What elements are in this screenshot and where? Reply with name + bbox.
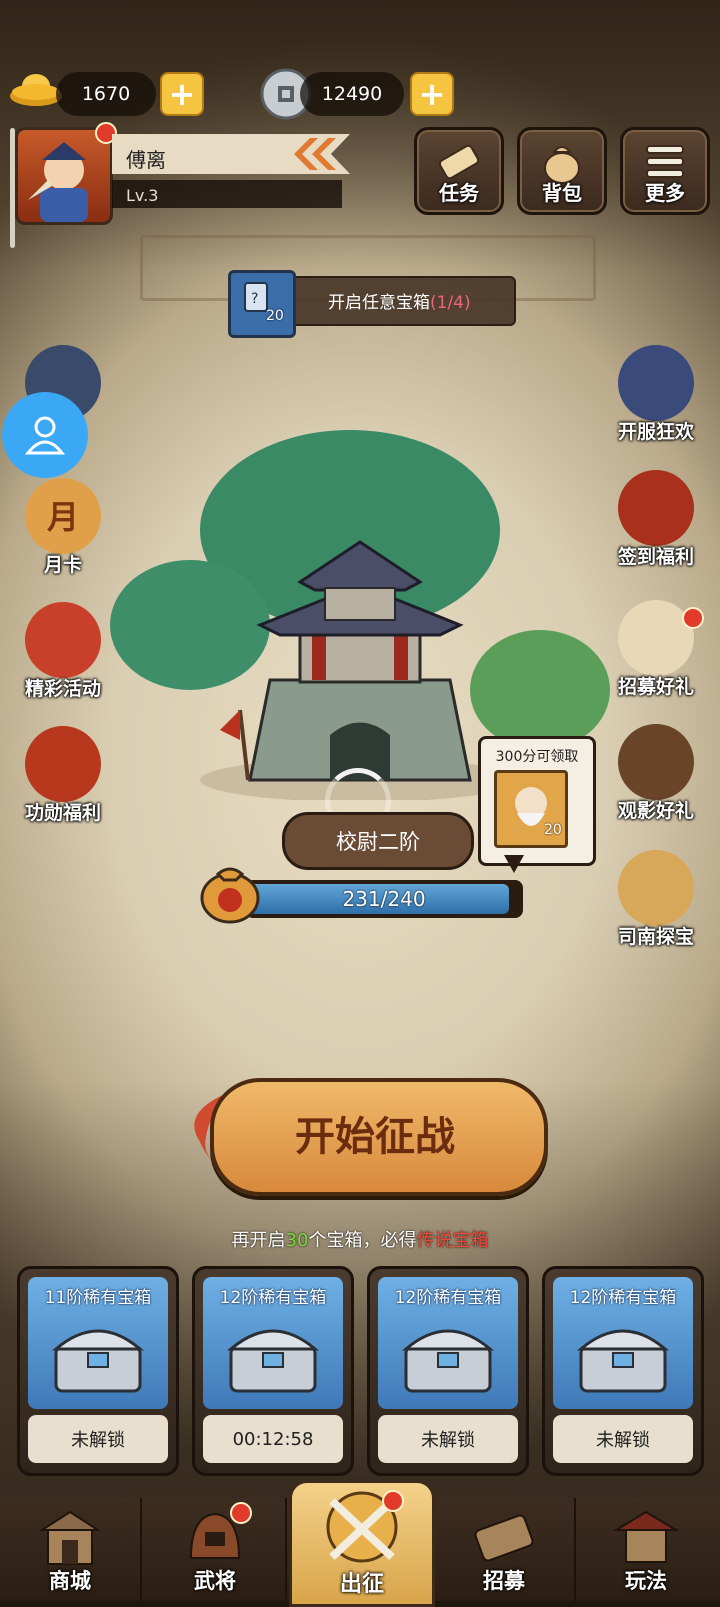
start-battle-label: 开始征战 (295, 1113, 455, 1160)
gold-counter: 1670 (56, 72, 156, 116)
chest-hint: 再开启30个宝箱，必得传说宝箱 (0, 1226, 720, 1252)
generals-badge (230, 1502, 252, 1524)
card-pack-icon: ? (228, 270, 296, 338)
left-menu-month-card[interactable]: 月 月卡 (15, 478, 111, 576)
chest-icon (401, 1329, 495, 1393)
right-menu-signin-label: 签到福利 (617, 546, 694, 568)
chest-title: 12阶稀有宝箱 (569, 1288, 677, 1308)
tasks-button[interactable]: 任务 (414, 127, 504, 215)
nav-gameplay-label: 玩法 (625, 1569, 667, 1593)
rank-progress-text: 231/240 (342, 887, 426, 911)
add-gold-button[interactable]: + (160, 72, 204, 116)
nav-battle[interactable]: 出征 (289, 1480, 435, 1607)
right-menu-compass[interactable]: 司南探宝 (608, 850, 704, 948)
right-menu-carnival[interactable]: 开服狂欢 (608, 345, 704, 443)
svg-text:?: ? (251, 291, 258, 307)
bag-label: 背包 (542, 181, 582, 205)
more-button[interactable]: 更多 (620, 127, 710, 215)
hint-prefix: 再开启 (231, 1230, 286, 1251)
chest-status: 未解锁 (553, 1415, 693, 1463)
chevron-left-icon (294, 138, 336, 170)
add-coin-button[interactable]: + (410, 72, 454, 116)
player-name: 傅离 (126, 148, 166, 172)
chest-icon (576, 1329, 670, 1393)
player-level: Lv.3 (126, 186, 159, 205)
chest-slot[interactable]: 12阶稀有宝箱 未解锁 (542, 1266, 704, 1476)
more-label: 更多 (645, 181, 685, 205)
money-pouch-icon (200, 867, 260, 924)
pavilion-icon (614, 1510, 678, 1563)
chest-status: 未解锁 (28, 1415, 168, 1463)
left-menu-month-card-label: 月卡 (43, 554, 82, 576)
nav-generals-label: 武将 (194, 1569, 236, 1593)
carnival-icon (618, 345, 694, 421)
right-menu-recruit-gift-label: 招募好礼 (617, 676, 694, 698)
hint-count: 30 (285, 1230, 309, 1251)
tasks-label: 任务 (439, 181, 479, 205)
chest-icon (226, 1329, 320, 1393)
reward-bubble-tail (504, 855, 524, 873)
nav-battle-label: 出征 (339, 1572, 384, 1597)
gold-amount: 1670 (81, 83, 131, 105)
nav-recruit[interactable]: 招募 (434, 1498, 576, 1601)
compass-treasure-icon (618, 850, 694, 926)
quest-progress: (1/4) (430, 293, 471, 313)
right-menu-signin[interactable]: 签到福利 (608, 470, 704, 568)
merit-bag-icon (25, 726, 101, 802)
chest-slot[interactable]: 11阶稀有宝箱 未解锁 (17, 1266, 179, 1476)
reward-bubble-title: 300分可领取 (495, 749, 579, 765)
shop-icon (38, 1510, 102, 1565)
rank-badge: 校尉二阶 (282, 812, 474, 870)
nav-shop-label: 商城 (49, 1569, 91, 1593)
right-menu-carnival-label: 开服狂欢 (617, 421, 694, 443)
nav-gameplay[interactable]: 玩法 (576, 1498, 716, 1601)
recruit-gift-badge (682, 607, 704, 629)
chest-slot[interactable]: 12阶稀有宝箱 未解锁 (367, 1266, 529, 1476)
chest-icon (51, 1329, 145, 1393)
right-menu-video-gift[interactable]: 观影好礼 (608, 724, 704, 822)
video-gift-icon (618, 724, 694, 800)
nav-recruit-label: 招募 (483, 1569, 525, 1593)
svg-text:月: 月 (47, 498, 79, 536)
rank-title: 校尉二阶 (336, 830, 420, 854)
chest-title: 12阶稀有宝箱 (394, 1288, 502, 1308)
nav-generals[interactable]: 武将 (145, 1498, 287, 1601)
quest-text: 开启任意宝箱(1/4) (328, 288, 471, 313)
chest-title: 11阶稀有宝箱 (44, 1288, 152, 1308)
left-menu-merit[interactable]: 功勋福利 (15, 726, 111, 824)
recruit-scroll-icon (474, 1514, 534, 1562)
bag-button[interactable]: 背包 (517, 127, 607, 215)
coin-counter: 12490 (300, 72, 404, 116)
left-menu-events-label: 精彩活动 (24, 678, 101, 700)
month-card-icon: 月 (25, 478, 101, 554)
fortress-building (200, 540, 520, 800)
chest-slot[interactable]: 12阶稀有宝箱 00:12:58 (192, 1266, 354, 1476)
reward-bubble-count: 20 (544, 822, 562, 838)
quest-description: 开启任意宝箱 (328, 293, 430, 313)
left-menu-merit-label: 功勋福利 (24, 802, 101, 824)
chest-timer: 00:12:58 (203, 1415, 343, 1463)
chest-title: 12阶稀有宝箱 (219, 1288, 327, 1308)
hint-reward: 传说宝箱 (416, 1230, 489, 1251)
event-bag-icon (25, 602, 101, 678)
user-icon (24, 416, 66, 455)
chest-status: 未解锁 (378, 1415, 518, 1463)
left-menu-events[interactable]: 精彩活动 (15, 602, 111, 700)
coin-amount: 12490 (321, 83, 383, 105)
signin-icon (618, 470, 694, 546)
battle-badge (382, 1490, 404, 1512)
right-menu-video-gift-label: 观影好礼 (617, 800, 694, 822)
user-account-button[interactable] (2, 392, 88, 478)
hint-middle: 个宝箱，必得 (308, 1230, 417, 1251)
right-menu-compass-label: 司南探宝 (617, 926, 694, 948)
nav-shop[interactable]: 商城 (0, 1498, 142, 1601)
general-portrait-icon (28, 142, 88, 222)
card-pack-count: 20 (266, 308, 284, 324)
